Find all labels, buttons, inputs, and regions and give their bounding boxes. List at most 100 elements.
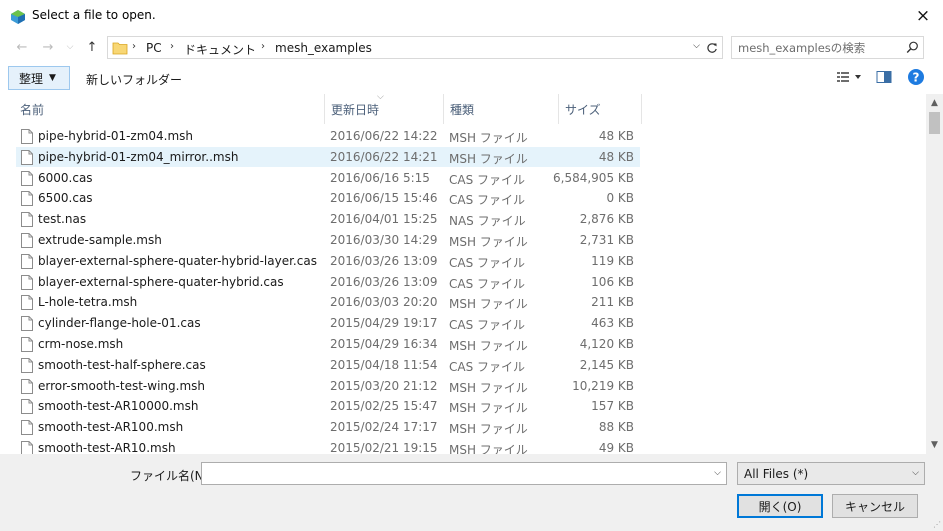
file-modified-date: 2016/04/01 15:25 <box>330 212 438 227</box>
file-type: MSH ファイル <box>449 422 528 437</box>
view-options-icon <box>837 72 861 82</box>
close-button[interactable]: × <box>903 0 943 32</box>
file-row[interactable]: test.nas 2016/04/01 15:25 NAS ファイル 2,876 KB <box>16 209 640 229</box>
file-modified-date: 2016/06/22 14:21 <box>330 149 438 164</box>
back-button[interactable]: ← <box>14 38 30 56</box>
file-row[interactable]: L-hole-tetra.msh 2016/03/03 20:20 MSH ファイル… <box>16 292 640 312</box>
address-dropdown-icon[interactable]: ⌵ <box>693 41 700 51</box>
file-modified-date: 2016/03/03 20:20 <box>330 295 438 310</box>
file-type-filter[interactable]: All Files (*) ⌵ <box>737 462 925 485</box>
file-icon <box>21 337 33 352</box>
cancel-button[interactable]: キャンセル <box>832 494 918 518</box>
file-modified-date: 2015/02/21 19:15 <box>330 441 438 454</box>
filename-combobox[interactable]: ⌵ <box>201 462 727 485</box>
scroll-up-icon[interactable]: ▲ <box>926 96 943 110</box>
new-folder-button[interactable]: 新しいフォルダー <box>86 71 182 88</box>
file-icon <box>21 420 33 436</box>
cancel-button-label: キャンセル <box>844 499 905 514</box>
file-row[interactable]: 6000.cas 2016/06/16 5:15 CAS ファイル 6,584,905… <box>16 168 640 188</box>
file-icon <box>21 295 33 311</box>
file-type: MSH ファイル <box>449 339 528 353</box>
file-type: MSH ファイル <box>449 297 528 312</box>
file-type-filter-value: All Files (*) <box>744 467 809 481</box>
file-row[interactable]: cylinder-flange-hole-01.cas 2015/04/29 19… <box>16 313 640 333</box>
column-header-name[interactable]: 名前 <box>14 94 325 124</box>
file-row[interactable]: extrude-sample.msh 2016/03/30 14:29 MSH ファ… <box>16 230 640 250</box>
file-row[interactable]: pipe-hybrid-01-zm04.msh 2016/06/22 14:22 M… <box>16 126 640 146</box>
help-button[interactable]: ? <box>907 68 925 89</box>
scroll-thumb[interactable] <box>929 112 940 134</box>
forward-button[interactable]: → <box>40 38 56 56</box>
organize-button[interactable]: 整理 ▼ <box>8 66 70 90</box>
file-modified-date: 2015/04/29 19:17 <box>330 316 438 331</box>
file-type: MSH ファイル <box>449 131 528 145</box>
file-type: CAS ファイル <box>449 172 526 187</box>
file-modified-date: 2016/06/22 14:22 <box>330 129 438 143</box>
recent-locations-button[interactable]: ⌵ <box>62 38 78 56</box>
refresh-button[interactable] <box>701 36 723 59</box>
file-icon <box>21 378 33 394</box>
file-type: CAS ファイル <box>449 193 526 208</box>
file-modified-date: 2016/06/15 15:46 <box>330 191 438 206</box>
file-row[interactable]: blayer-external-sphere-quater-hybrid.cas… <box>16 272 640 292</box>
file-modified-date: 2016/03/26 13:09 <box>330 274 438 289</box>
app-icon <box>11 10 25 24</box>
preview-pane-icon <box>876 71 892 83</box>
address-bar[interactable]: › PC › ドキュメント › mesh_examples ⌵ <box>107 36 723 59</box>
command-bar: 整理 ▼ 新しいフォルダー ? <box>0 64 943 92</box>
column-header-date[interactable]: 更新日時 <box>325 94 444 124</box>
column-size-label: サイズ <box>565 102 601 117</box>
file-size: 106 KB <box>591 274 634 289</box>
file-row[interactable]: smooth-test-half-sphere.cas 2015/04/18 11… <box>16 355 640 375</box>
scroll-down-icon[interactable]: ▼ <box>926 438 943 452</box>
filename-input[interactable] <box>202 463 702 484</box>
file-name: cylinder-flange-hole-01.cas <box>38 316 201 331</box>
file-size: 10,219 KB <box>572 378 634 393</box>
up-button[interactable]: ↑ <box>84 38 100 56</box>
file-row[interactable]: error-smooth-test-wing.msh 2015/03/20 21:… <box>16 376 640 396</box>
breadcrumb-pc[interactable]: PC <box>146 41 162 55</box>
file-size: 88 KB <box>598 420 634 435</box>
file-size: 463 KB <box>591 316 634 331</box>
column-header-row: 名前 ⌵ 更新日時 種類 サイズ <box>0 94 926 124</box>
file-row[interactable]: pipe-hybrid-01-zm04_mirror..msh 2016/06/2… <box>16 146 640 167</box>
folder-icon <box>112 42 128 55</box>
file-name: crm-nose.msh <box>38 337 124 351</box>
file-size: 2,731 KB <box>579 233 634 247</box>
file-size: 211 KB <box>591 295 634 310</box>
open-button[interactable]: 開く(O) <box>737 494 823 518</box>
file-row[interactable]: smooth-test-AR10000.msh 2015/02/25 15:47 M… <box>16 396 640 416</box>
window-title: Select a file to open. <box>32 8 156 22</box>
file-row[interactable]: 6500.cas 2016/06/15 15:46 CAS ファイル 0 KB <box>16 188 640 208</box>
file-name: 6500.cas <box>38 191 93 206</box>
file-row[interactable]: smooth-test-AR10.msh 2015/02/21 19:15 MSH … <box>16 438 640 454</box>
search-input[interactable] <box>732 37 902 58</box>
breadcrumb-documents[interactable]: ドキュメント <box>184 41 256 58</box>
search-box[interactable] <box>731 36 924 59</box>
forward-icon: → <box>42 39 54 55</box>
title-bar: Select a file to open. × <box>0 0 943 32</box>
resize-grip-icon[interactable]: ⋰ <box>933 520 941 529</box>
file-type: MSH ファイル <box>449 151 528 166</box>
file-icon <box>21 253 33 269</box>
file-row[interactable]: smooth-test-AR100.msh 2015/02/24 17:17 MSH… <box>16 417 640 437</box>
file-row[interactable]: crm-nose.msh 2015/04/29 16:34 MSH ファイル 4,12… <box>16 334 640 354</box>
file-name: pipe-hybrid-01-zm04_mirror..msh <box>38 149 239 164</box>
breadcrumb-separator-icon: › <box>170 41 174 52</box>
file-size: 119 KB <box>591 253 634 268</box>
open-button-label: 開く(O) <box>758 499 802 514</box>
view-options-button[interactable] <box>836 70 866 87</box>
vertical-scrollbar[interactable]: ▲ ▼ <box>926 94 943 454</box>
preview-pane-button[interactable] <box>876 70 892 87</box>
file-modified-date: 2015/03/20 21:12 <box>330 378 438 393</box>
search-icon[interactable] <box>906 41 919 54</box>
file-row[interactable]: blayer-external-sphere-quater-hybrid-lay… <box>16 251 640 271</box>
column-header-type[interactable]: 種類 <box>444 94 559 124</box>
column-header-size[interactable]: サイズ <box>559 94 642 124</box>
filename-dropdown-icon[interactable]: ⌵ <box>714 468 721 478</box>
file-list-view[interactable]: 名前 ⌵ 更新日時 種類 サイズ pipe-hybrid-01-zm04.msh… <box>0 94 926 454</box>
file-name: blayer-external-sphere-quater-hybrid.cas <box>38 274 284 289</box>
breadcrumb-mesh-examples[interactable]: mesh_examples <box>275 41 372 55</box>
file-name: L-hole-tetra.msh <box>38 295 138 310</box>
file-type: CAS ファイル <box>449 255 526 270</box>
